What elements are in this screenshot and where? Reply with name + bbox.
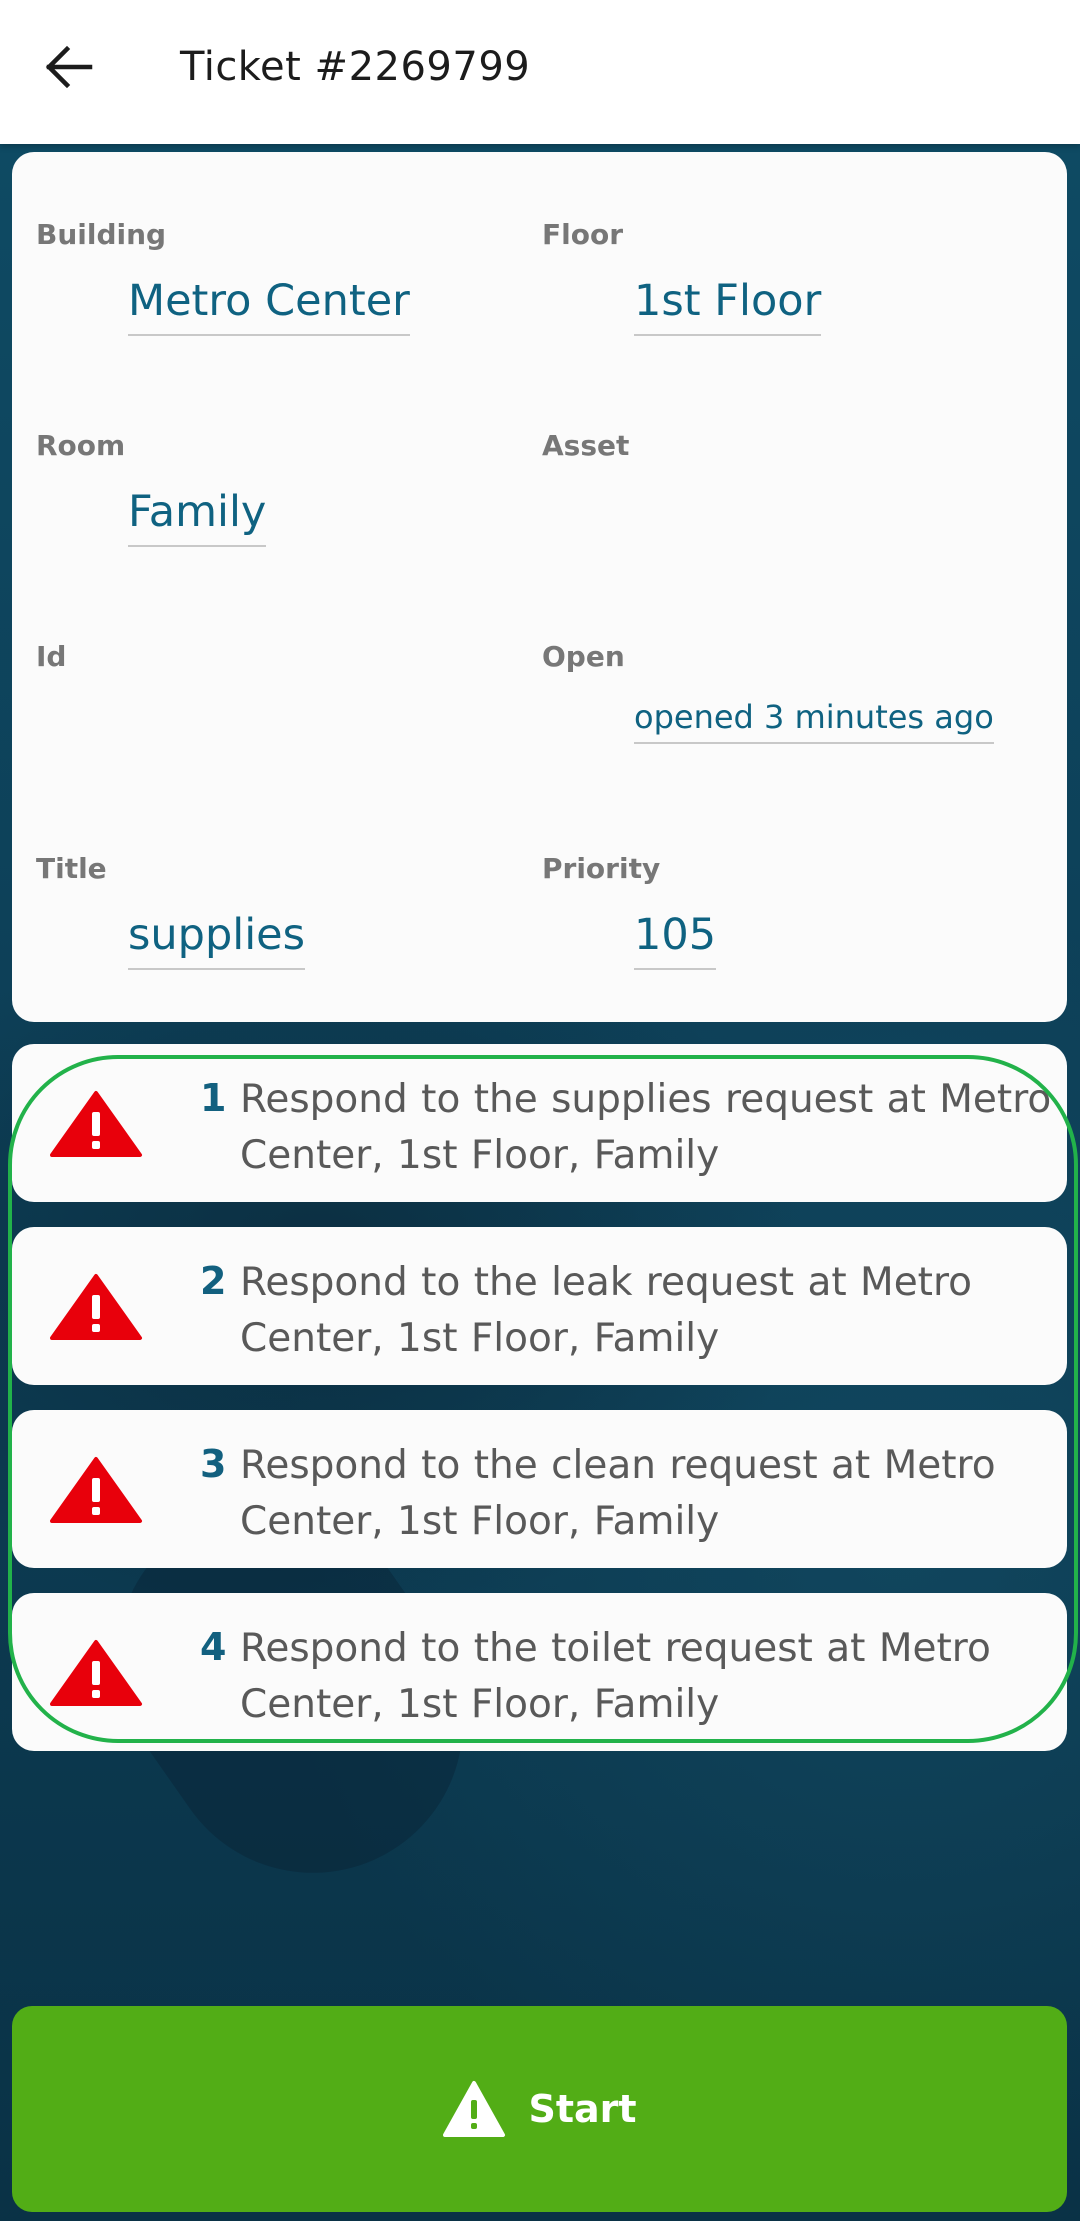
floor-field: Floor	[542, 218, 623, 251]
start-button[interactable]: Start	[12, 2006, 1067, 2212]
room-value[interactable]: Family	[128, 487, 267, 547]
title-value[interactable]: supplies	[128, 910, 305, 970]
title-label: Title	[36, 852, 107, 885]
ticket-details-card: Building Metro Center Floor 1st Floor Ro…	[12, 152, 1067, 1022]
step-text: Respond to the leak request at Metro Cen…	[240, 1260, 973, 1361]
arrow-left-icon	[45, 45, 93, 89]
room-field: Room	[36, 429, 125, 462]
building-value[interactable]: Metro Center	[128, 276, 410, 336]
back-button[interactable]	[36, 34, 102, 100]
floor-label: Floor	[542, 218, 624, 251]
step-number: 3	[200, 1442, 227, 1486]
step-text: Respond to the supplies request at Metro…	[240, 1077, 1052, 1178]
room-label: Room	[36, 429, 126, 462]
warning-triangle-icon	[50, 1640, 142, 1706]
open-label: Open	[542, 640, 625, 673]
priority-field: Priority	[542, 852, 660, 885]
warning-triangle-icon	[443, 2081, 506, 2137]
start-button-label: Start	[528, 2087, 637, 2131]
step-card[interactable]: 2 Respond to the leak request at Metro C…	[12, 1227, 1067, 1385]
id-field: Id	[36, 640, 66, 673]
asset-label: Asset	[542, 429, 630, 462]
building-field: Building	[36, 218, 166, 251]
warning-triangle-icon	[50, 1091, 142, 1157]
warning-triangle-icon	[50, 1457, 142, 1523]
page-title: Ticket #2269799	[180, 44, 531, 90]
step-number: 4	[200, 1625, 227, 1669]
id-label: Id	[36, 640, 67, 673]
open-value[interactable]: opened 3 minutes ago	[634, 698, 994, 744]
title-field: Title	[36, 852, 107, 885]
floor-value[interactable]: 1st Floor	[634, 276, 822, 336]
warning-triangle-icon	[50, 1274, 142, 1340]
app-bar: Ticket #2269799	[0, 0, 1080, 144]
step-number: 2	[200, 1259, 227, 1303]
step-number: 1	[200, 1076, 227, 1120]
step-text: Respond to the clean request at Metro Ce…	[240, 1443, 996, 1544]
priority-value[interactable]: 105	[634, 910, 717, 970]
step-text: Respond to the toilet request at Metro C…	[240, 1626, 991, 1727]
step-card[interactable]: 4 Respond to the toilet request at Metro…	[12, 1593, 1067, 1751]
open-field: Open	[542, 640, 625, 673]
priority-label: Priority	[542, 852, 661, 885]
step-card[interactable]: 3 Respond to the clean request at Metro …	[12, 1410, 1067, 1568]
asset-field: Asset	[542, 429, 629, 462]
step-card[interactable]: 1 Respond to the supplies request at Met…	[12, 1044, 1067, 1202]
building-label: Building	[36, 218, 167, 251]
